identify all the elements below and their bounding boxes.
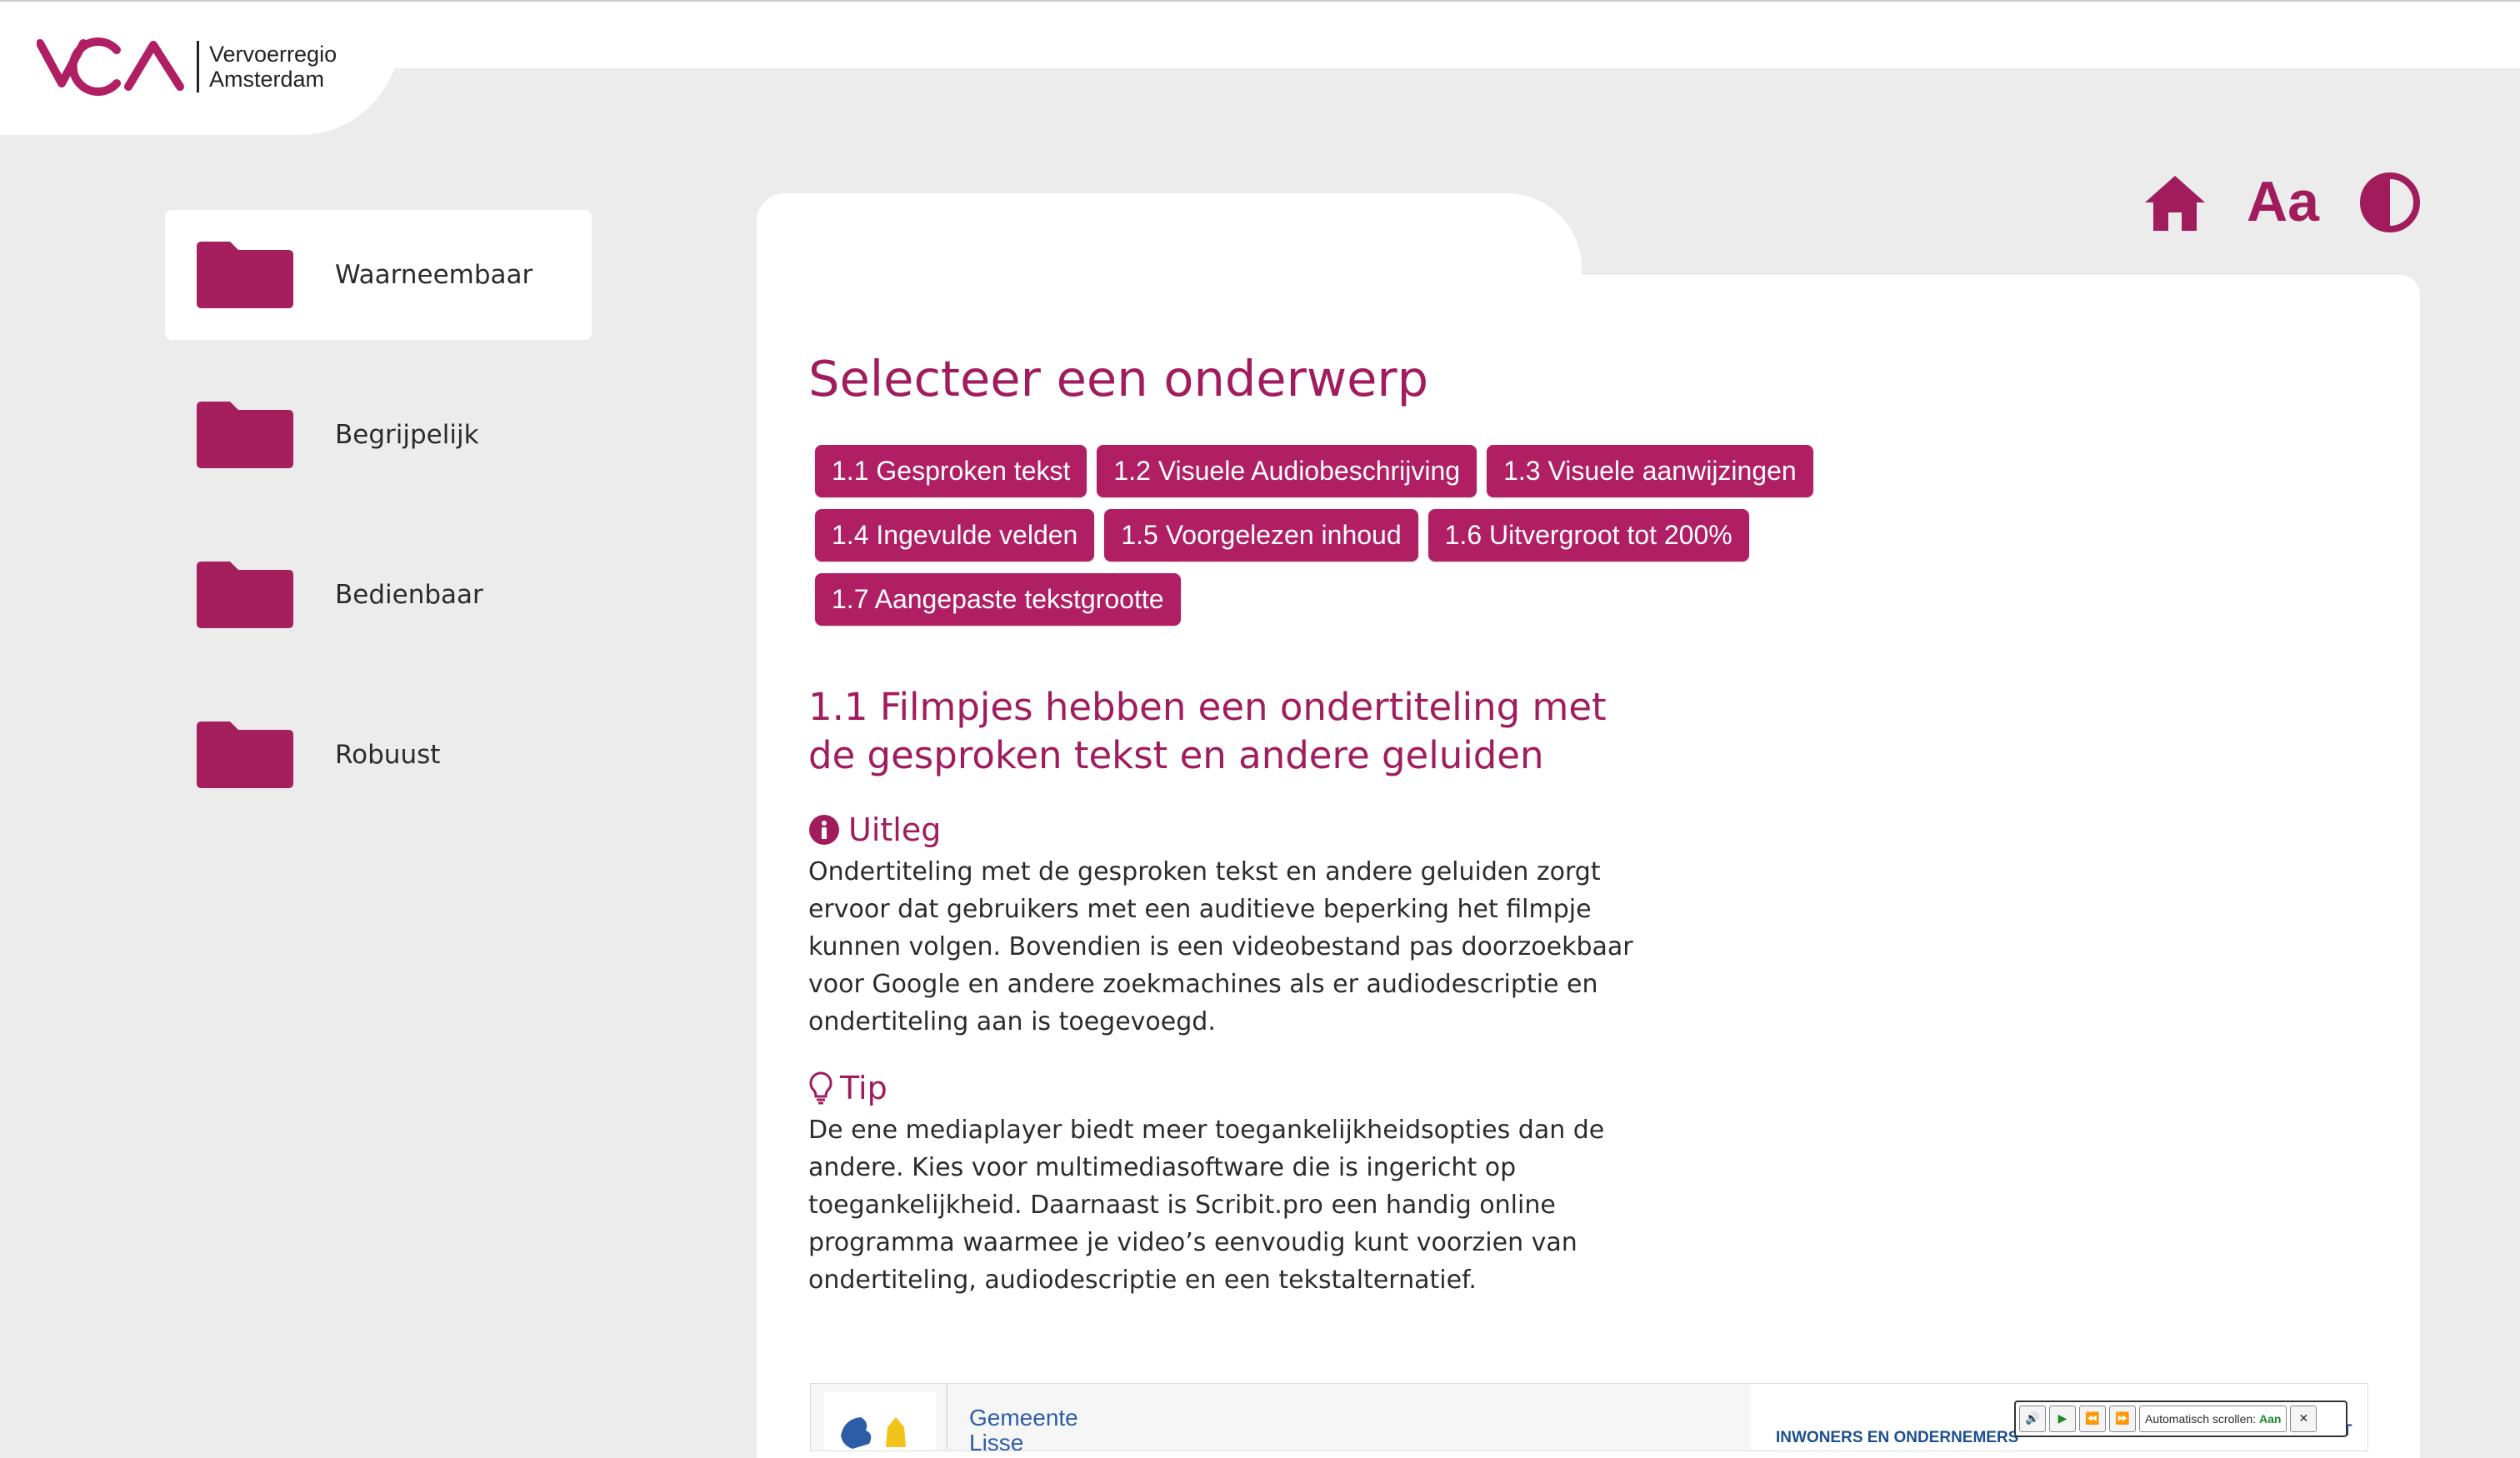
info-icon	[809, 815, 839, 845]
sidebar-item-label: Bedienbaar	[335, 580, 483, 610]
play-icon[interactable]: ▶	[2049, 1406, 2076, 1432]
folder-icon	[197, 242, 293, 308]
topic-row: 1.4 Ingevulde velden 1.5 Voorgelezen inh…	[815, 509, 1865, 562]
sidebar-item-bedienbaar[interactable]: Bedienbaar	[165, 530, 592, 660]
uitleg-heading: Uitleg	[808, 811, 941, 848]
folder-icon	[197, 562, 293, 628]
contrast-icon[interactable]	[2358, 171, 2422, 234]
page-title: Selecteer een onderwerp	[808, 350, 1429, 407]
sidebar-item-label: Robuust	[335, 740, 441, 770]
municipality-name-line1: Gemeente	[969, 1405, 1078, 1431]
folder-icon	[197, 402, 293, 468]
home-icon[interactable]	[2143, 171, 2207, 234]
tip-heading-text: Tip	[840, 1070, 888, 1106]
municipality-name: Gemeente Lisse	[969, 1406, 1078, 1451]
lightbulb-icon	[809, 1071, 832, 1105]
logo-area: Vervoerregio Amsterdam	[0, 2, 400, 135]
folder-icon	[197, 722, 293, 788]
tip-text: De ene mediaplayer biedt meer toegankeli…	[808, 1116, 1605, 1295]
volume-icon[interactable]: 🔊	[2019, 1406, 2046, 1432]
topic-selector: 1.1 Gesproken tekst 1.2 Visuele Audiobes…	[815, 445, 1865, 637]
uitleg-text: Ondertiteling met de gesproken tekst en …	[808, 857, 1633, 1036]
rewind-icon[interactable]: ⏪	[2079, 1406, 2106, 1432]
tip-heading: Tip	[808, 1070, 888, 1106]
brand-name-line1: Vervoerregio	[209, 42, 338, 67]
topic-button-1-4[interactable]: 1.4 Ingevulde velden	[815, 509, 1095, 562]
topic-row: 1.1 Gesproken tekst 1.2 Visuele Audiobes…	[815, 445, 1865, 497]
sidebar-item-waarneembaar[interactable]: Waarneembaar	[165, 210, 592, 340]
topic-button-1-3[interactable]: 1.3 Visuele aanwijzingen	[1487, 445, 1813, 497]
topic-row: 1.7 Aangepaste tekstgrootte	[815, 573, 1865, 626]
section-title: 1.1 Filmpjes hebben een ondertiteling me…	[808, 685, 1607, 777]
example-site-preview: Gemeente Lisse INWONERS EN ONDERNEMERS B…	[810, 1383, 2368, 1451]
topic-button-1-2[interactable]: 1.2 Visuele Audiobeschrijving	[1097, 445, 1478, 497]
brand-name: Vervoerregio Amsterdam	[209, 42, 337, 92]
municipality-logo	[824, 1392, 936, 1451]
preview-divider	[946, 1384, 948, 1451]
topic-button-1-5[interactable]: 1.5 Voorgelezen inhoud	[1104, 509, 1418, 562]
topic-button-1-6[interactable]: 1.6 Uitvergroot tot 200%	[1428, 509, 1749, 562]
vra-logo-mark	[37, 37, 184, 96]
topic-button-1-7[interactable]: 1.7 Aangepaste tekstgrootte	[815, 573, 1181, 626]
logo-separator	[197, 41, 199, 92]
auto-scroll-label: Automatisch scrollen:	[2145, 1412, 2257, 1426]
preview-nav-inwoners[interactable]: INWONERS EN ONDERNEMERS	[1776, 1429, 2018, 1447]
sidebar-item-label: Waarneembaar	[335, 260, 533, 290]
fast-forward-icon[interactable]: ⏩	[2109, 1406, 2136, 1432]
auto-scroll-toggle[interactable]: Automatisch scrollen: Aan	[2139, 1406, 2288, 1432]
brand-name-line2: Amsterdam	[209, 67, 325, 92]
brand-logo[interactable]: Vervoerregio Amsterdam	[37, 35, 337, 98]
close-icon[interactable]: ✕	[2290, 1406, 2318, 1432]
topic-button-1-1[interactable]: 1.1 Gesproken tekst	[815, 445, 1088, 497]
uitleg-heading-text: Uitleg	[848, 811, 942, 848]
sidebar-item-label: Begrijpelijk	[335, 420, 479, 450]
municipality-name-line2: Lisse	[969, 1430, 1024, 1451]
auto-scroll-value: Aan	[2258, 1412, 2282, 1426]
sidebar-item-robuust[interactable]: Robuust	[165, 690, 592, 820]
sidebar-item-begrijpelijk[interactable]: Begrijpelijk	[165, 370, 592, 500]
font-size-icon[interactable]: Aa	[2247, 170, 2319, 233]
coat-of-arms-icon	[841, 1417, 906, 1449]
read-aloud-player: 🔊 ▶ ⏪ ⏩ Automatisch scrollen: Aan ✕	[2014, 1401, 2348, 1437]
